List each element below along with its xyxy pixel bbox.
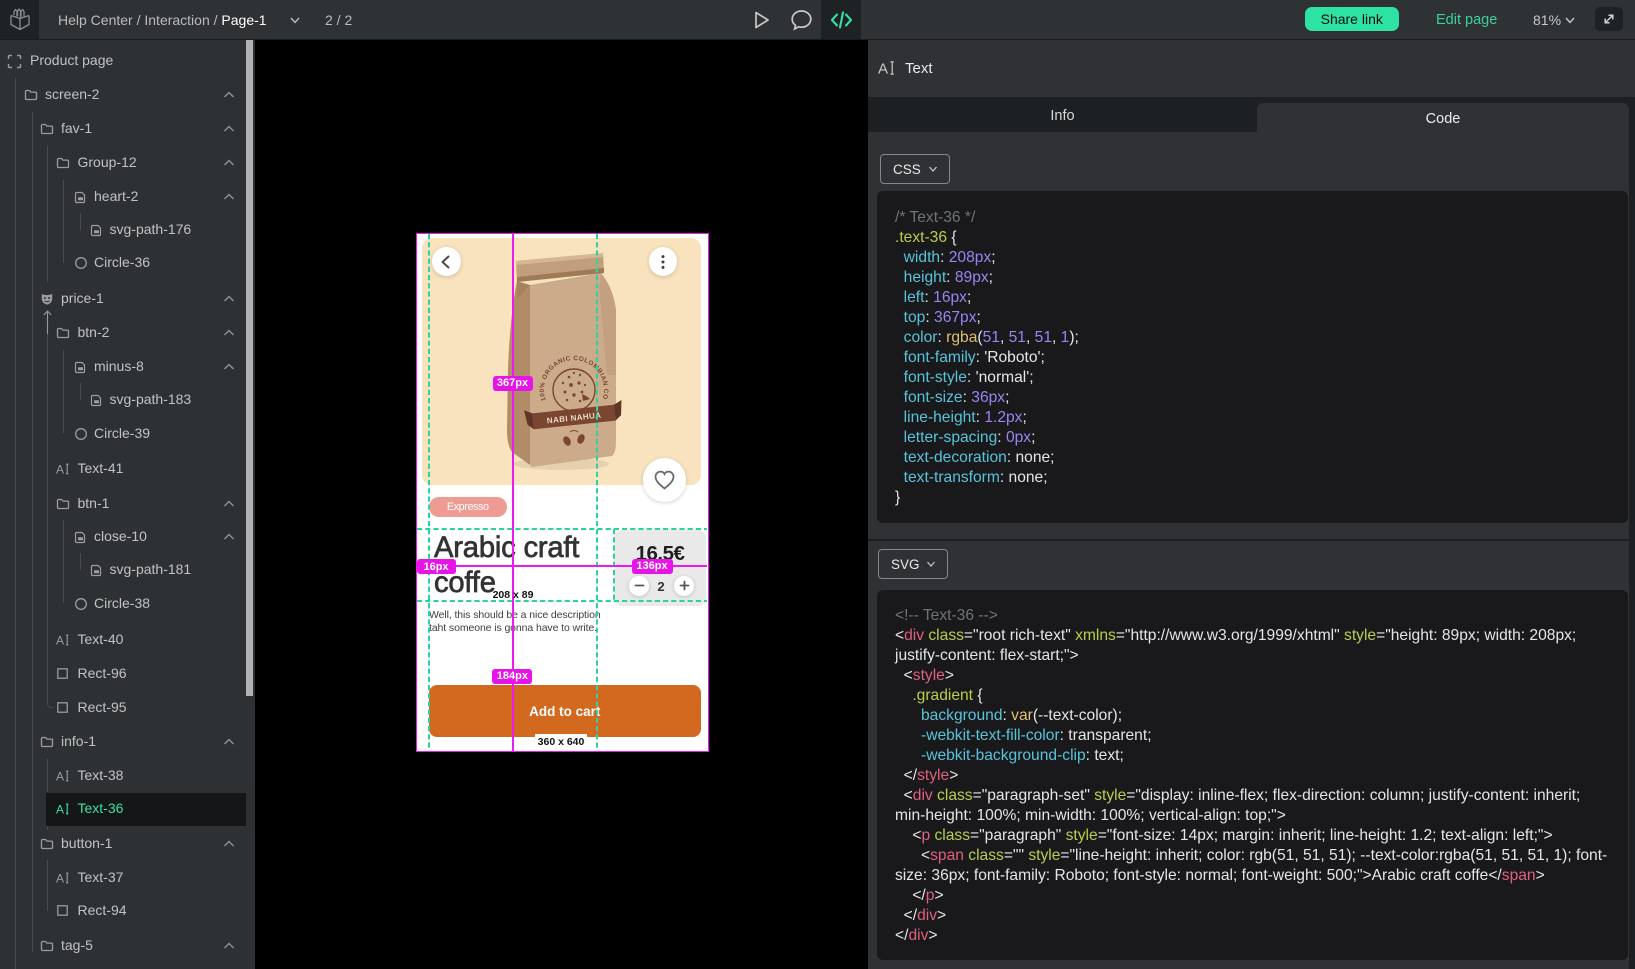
svg-text:A: A xyxy=(56,770,64,784)
svg-text:A: A xyxy=(56,634,64,648)
svg-text:A: A xyxy=(56,871,64,885)
svg-text:A: A xyxy=(878,61,888,78)
svg-text:A: A xyxy=(56,463,64,477)
svg-text:A: A xyxy=(56,803,64,817)
